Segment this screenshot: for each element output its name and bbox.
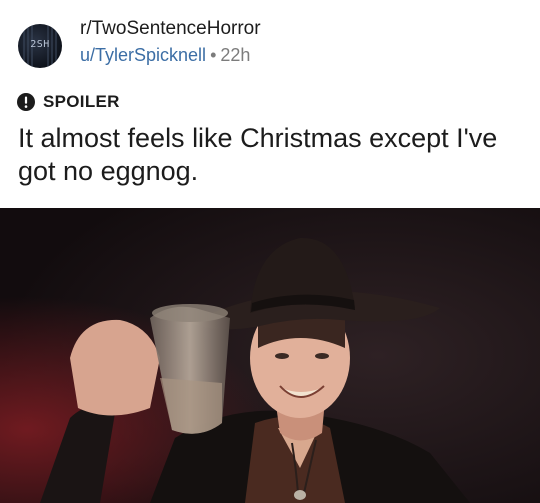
subreddit-avatar[interactable]: 2SH bbox=[18, 24, 62, 68]
post-meta: u/TylerSpicknell • 22h bbox=[80, 45, 250, 66]
post-image[interactable] bbox=[0, 208, 540, 503]
avatar-text: 2SH bbox=[30, 39, 50, 50]
post-title[interactable]: It almost feels like Christmas except I'… bbox=[18, 122, 528, 188]
spoiler-tag: SPOILER bbox=[17, 92, 120, 112]
exclamation-circle-icon bbox=[17, 93, 35, 111]
post-header: 2SH r/TwoSentenceHorror u/TylerSpicknell… bbox=[0, 0, 540, 208]
post-time: 22h bbox=[220, 45, 251, 65]
meta-separator: • bbox=[210, 45, 217, 65]
subreddit-name[interactable]: r/TwoSentenceHorror bbox=[80, 18, 261, 40]
spoiler-label: SPOILER bbox=[43, 92, 120, 111]
author-username[interactable]: u/TylerSpicknell bbox=[80, 45, 206, 65]
